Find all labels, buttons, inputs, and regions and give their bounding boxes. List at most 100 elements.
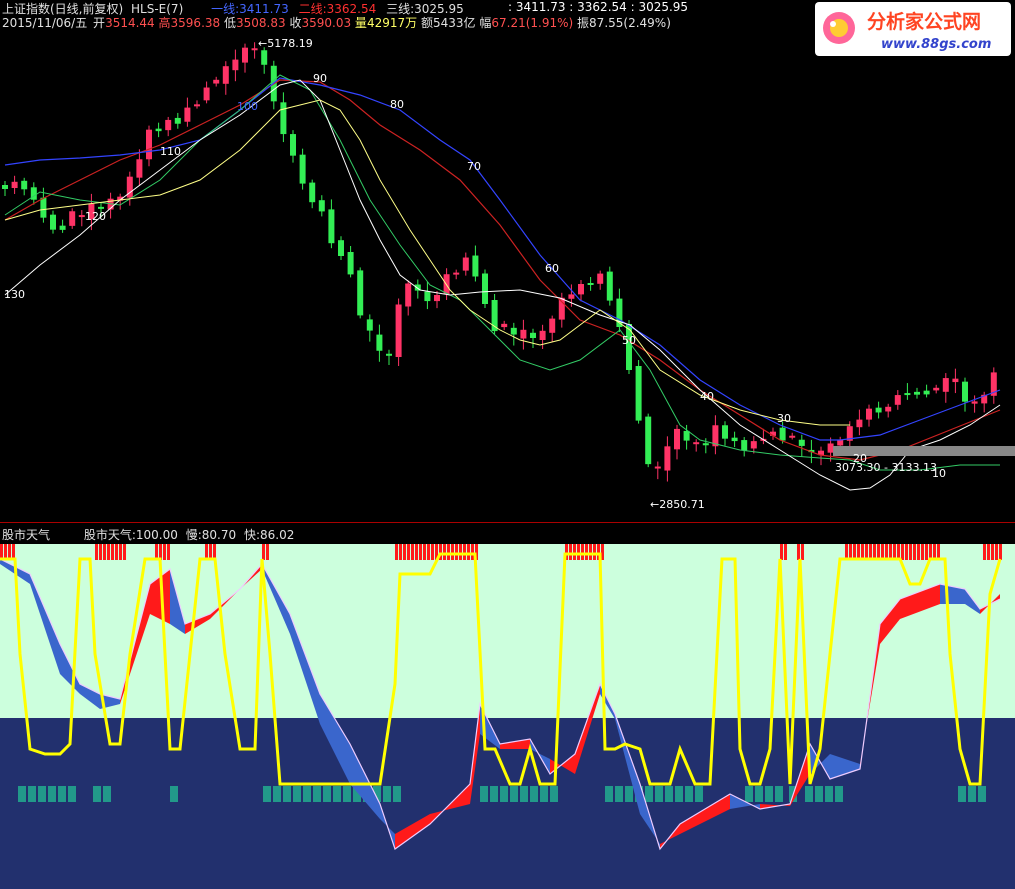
top-signal-bar <box>447 544 450 560</box>
bottom-signal-block <box>273 786 281 802</box>
candle-body <box>885 406 892 412</box>
candle-body <box>645 416 652 465</box>
candle-body <box>904 393 911 396</box>
candle-body <box>837 439 844 446</box>
bottom-signal-block <box>605 786 613 802</box>
candle-body <box>866 408 872 420</box>
weather-label: 股市天气: <box>83 528 136 542</box>
bottom-signal-block <box>968 786 976 802</box>
bar-date: 2015/11/06/五 <box>2 16 88 30</box>
bottom-signal-block <box>550 786 558 802</box>
top-signal-bar <box>423 544 426 560</box>
curve-label: 30 <box>777 412 791 425</box>
stock-chart-window: 上证指数(日线,前复权) HLS-E(7) 一线:3411.73 二线:3362… <box>0 0 1015 889</box>
bottom-signal-block <box>263 786 271 802</box>
bottom-signal-block <box>48 786 56 802</box>
candle-body <box>731 437 738 442</box>
bottom-signal-block <box>383 786 391 802</box>
top-signal-bar <box>115 544 118 560</box>
candle-body <box>347 252 354 275</box>
bottom-signal-block <box>283 786 291 802</box>
bottom-signal-block <box>805 786 813 802</box>
ma-line-blue <box>4 77 1001 441</box>
curve-label: 100 <box>237 100 258 113</box>
candle-body <box>482 273 488 304</box>
bottom-signal-block <box>815 786 823 802</box>
top-signal-bar <box>471 544 474 560</box>
candle-body <box>779 427 786 441</box>
bottom-signal-block <box>170 786 178 802</box>
low-value: 3508.83 <box>236 16 286 30</box>
candle-body <box>21 180 28 190</box>
amplitude-label: 振 <box>577 16 590 30</box>
open-label: 开 <box>93 16 106 30</box>
bottom-signal-block <box>333 786 341 802</box>
candle-body <box>50 214 56 230</box>
candle-body <box>299 154 306 184</box>
amplitude-value: 87.55(2.49%) <box>589 16 671 30</box>
open-value: 3514.44 <box>105 16 155 30</box>
candle-body <box>357 270 364 316</box>
candle-body <box>328 209 335 244</box>
bottom-signal-block <box>540 786 548 802</box>
curve-label: 60 <box>545 262 559 275</box>
top-signal-bar <box>999 544 1002 560</box>
top-signal-bar <box>983 544 986 560</box>
top-signal-bar <box>780 544 783 560</box>
curve-label: 80 <box>390 98 404 111</box>
curve-label: 90 <box>313 72 327 85</box>
top-signal-bar <box>925 544 928 560</box>
candle-body <box>318 200 325 212</box>
candle-body <box>40 197 47 218</box>
candle-body <box>194 104 200 107</box>
candle-body <box>798 439 805 446</box>
bottom-signal-block <box>480 786 488 802</box>
candle-body <box>242 47 248 63</box>
top-signal-bar <box>577 544 580 560</box>
range-marker: 3073.30 - 3133.13 <box>835 461 937 474</box>
weather-indicator-chart[interactable] <box>0 544 1015 889</box>
candle-body <box>933 387 940 391</box>
top-signal-bar <box>801 544 804 560</box>
ma-line-yellow <box>4 99 850 426</box>
candle-body <box>98 206 104 209</box>
bottom-signal-block <box>655 786 663 802</box>
fast-value: 86.02 <box>260 528 295 542</box>
candle-body <box>472 255 479 277</box>
candle-body <box>530 332 536 338</box>
top-signal-bar <box>103 544 106 560</box>
top-signal-bar <box>443 544 446 560</box>
bottom-signal-block <box>978 786 986 802</box>
candle-body <box>203 87 210 101</box>
top-signal-bar <box>463 544 466 560</box>
candle-body <box>501 323 508 328</box>
price-chart[interactable]: 130120110100908070605040302010←5178.19←2… <box>0 30 1015 522</box>
candle-body <box>578 284 584 295</box>
candle-body <box>174 117 181 124</box>
candle-body <box>232 59 239 71</box>
top-signal-bar <box>123 544 126 560</box>
candle-body <box>722 425 728 439</box>
amount-label: 额 <box>420 16 433 30</box>
top-signal-bar <box>921 544 924 560</box>
upper-zone <box>0 544 1015 718</box>
sub-chart-header: 股市天气 股市天气:100.00 慢:80.70 快:86.02 <box>2 526 294 543</box>
top-signal-bar <box>403 544 406 560</box>
header-row-2: 2015/11/06/五 开3514.44 高3596.38 低3508.83 … <box>2 14 671 31</box>
bottom-signal-block <box>825 786 833 802</box>
top-signal-bar <box>431 544 434 560</box>
high-value: 3596.38 <box>170 16 221 30</box>
top-signal-bar <box>111 544 114 560</box>
slow-label: 慢: <box>185 528 202 542</box>
bottom-signal-block <box>28 786 36 802</box>
bottom-signal-block <box>313 786 321 802</box>
close-label: 收 <box>289 16 302 30</box>
ma-line-red <box>4 79 1001 461</box>
candle-body <box>693 442 700 445</box>
candle-body <box>78 215 85 218</box>
high-label: 高 <box>158 16 171 30</box>
bottom-signal-block <box>530 786 538 802</box>
top-signal-bar <box>797 544 800 560</box>
close-value: 3590.03 <box>301 16 352 30</box>
candle-body <box>165 119 172 131</box>
